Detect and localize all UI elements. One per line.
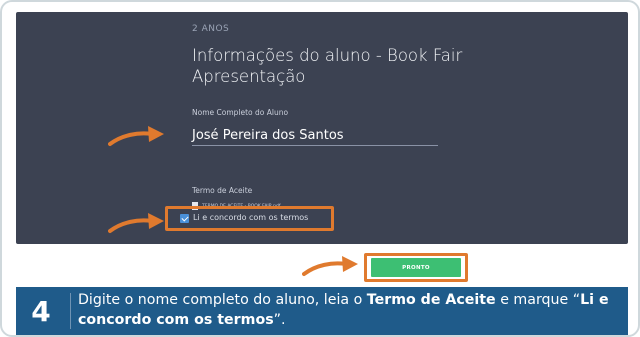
pronto-button[interactable]: PRONTO	[371, 258, 461, 277]
form-title: Informações do aluno - Book Fair Apresen…	[192, 46, 463, 86]
orange-arrow-icon	[302, 255, 360, 277]
orange-arrow-icon	[108, 125, 166, 147]
grade-label: 2 ANOS	[192, 24, 230, 34]
step-divider	[70, 293, 71, 329]
instruction-bold: Termo de Aceite	[366, 292, 496, 308]
agree-checkbox-label[interactable]: Li e concordo com os termos	[193, 213, 308, 222]
step-number: 4	[31, 294, 51, 328]
checkbox-checked-icon[interactable]	[180, 214, 189, 223]
name-input-underline	[192, 145, 438, 146]
tutorial-frame: 2 ANOS Informações do aluno - Book Fair …	[0, 0, 640, 337]
instruction-part: e marque “	[495, 292, 581, 308]
terms-label: Termo de Aceite	[192, 186, 253, 195]
name-field-label: Nome Completo do Aluno	[192, 108, 289, 117]
orange-arrow-icon	[108, 212, 166, 234]
student-name-input[interactable]: José Pereira dos Santos	[192, 128, 344, 143]
instruction-part: Digite o nome completo do aluno, leia o	[78, 292, 367, 308]
instruction-text: Digite o nome completo do aluno, leia o …	[78, 290, 623, 330]
instruction-part: ”.	[273, 312, 286, 328]
